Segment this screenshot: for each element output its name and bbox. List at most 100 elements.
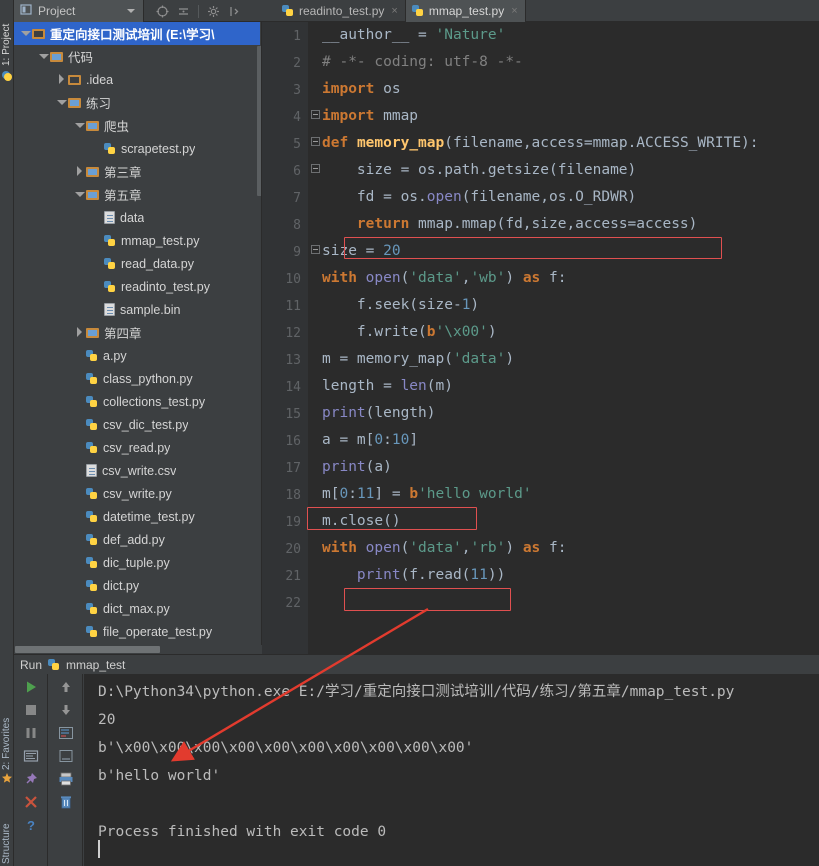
project-tool-window: 重定向接口测试培训 (E:\学习\ 代码 .idea 练习 爬虫 scrapetest.p… (14, 22, 262, 654)
tree-row[interactable]: readinto_test.py (14, 275, 260, 298)
run-configuration-label[interactable]: mmap_test (66, 658, 125, 672)
tree-row[interactable]: datetime_test.py (14, 505, 260, 528)
pause-icon[interactable] (23, 725, 39, 741)
chevron-down-icon[interactable] (56, 97, 67, 108)
tree-row[interactable]: csv_dic_test.py (14, 413, 260, 436)
code-editor[interactable]: 1 2 3 4 5 6 7 8 9 10 11 12 13 14 15 16 17 18 19 20 21 22 __au… (262, 22, 819, 654)
code-line[interactable]: print(length) (322, 400, 436, 427)
close-icon[interactable]: × (391, 5, 397, 17)
tree-row[interactable]: mmap_test.py (14, 229, 260, 252)
tool-window-button-favorites[interactable]: 2: Favorites (0, 700, 14, 770)
run-console-output[interactable]: D:\Python34\python.exe E:/学习/重定向接口测试培训/代… (84, 674, 819, 866)
tree-row[interactable]: dict_max.py (14, 597, 260, 620)
code-line[interactable]: import os (322, 76, 401, 103)
scroll-down-icon[interactable] (58, 702, 74, 718)
code-line[interactable]: f.write(b'\x00') (322, 319, 497, 346)
tree-row[interactable]: csv_write.csv (14, 459, 260, 482)
code-line[interactable]: with open('data','rb') as f: (322, 535, 567, 562)
clear-all-trash-icon[interactable] (58, 794, 74, 810)
code-line[interactable]: return mmap.mmap(fd,size,access=access) (322, 211, 697, 238)
fold-marker-icon[interactable] (311, 245, 320, 254)
tree-row[interactable]: read_data.py (14, 252, 260, 275)
scrollbar-thumb[interactable] (15, 646, 160, 653)
code-line[interactable]: length = len(m) (322, 373, 453, 400)
tool-window-button-project[interactable]: 1: Project (0, 2, 14, 66)
project-view-selector[interactable]: Project (14, 0, 144, 22)
editor-tab-readinto-test[interactable]: readinto_test.py × (276, 0, 406, 22)
settings-gear-icon[interactable] (207, 5, 220, 18)
scroll-up-icon[interactable] (58, 679, 74, 695)
tree-row[interactable]: a.py (14, 344, 260, 367)
tree-row[interactable]: 练习 (14, 91, 260, 114)
chevron-down-icon[interactable] (127, 9, 135, 13)
code-line[interactable]: # -*- coding: utf-8 -*- (322, 49, 523, 76)
tree-row[interactable]: collections_test.py (14, 390, 260, 413)
rerun-play-icon[interactable] (23, 679, 39, 695)
tree-row[interactable]: def_add.py (14, 528, 260, 551)
tree-row[interactable]: 爬虫 (14, 114, 260, 137)
tree-row[interactable]: 第三章 (14, 160, 260, 183)
code-line[interactable]: def memory_map(filename,access=mmap.ACCE… (322, 130, 759, 157)
tree-row[interactable]: dic_tuple.py (14, 551, 260, 574)
chevron-down-icon[interactable] (38, 51, 49, 62)
code-line[interactable]: print(a) (322, 454, 392, 481)
tree-row[interactable]: .idea (14, 68, 260, 91)
code-line[interactable]: with open('data','wb') as f: (322, 265, 567, 292)
tree-row[interactable]: data (14, 206, 260, 229)
tool-window-button-structure[interactable]: Structure (0, 800, 14, 864)
tree-row[interactable]: csv_read.py (14, 436, 260, 459)
editor-tab-mmap-test[interactable]: mmap_test.py × (405, 0, 526, 22)
chevron-right-icon[interactable] (56, 74, 67, 85)
code-line[interactable]: f.seek(size-1) (322, 292, 479, 319)
code-line[interactable]: m = memory_map('data') (322, 346, 514, 373)
stop-icon[interactable] (23, 702, 39, 718)
code-line[interactable]: size = os.path.getsize(filename) (322, 157, 636, 184)
collapse-all-icon[interactable] (177, 5, 190, 18)
project-tree-hscrollbar[interactable] (14, 645, 262, 654)
tree-row[interactable]: class_python.py (14, 367, 260, 390)
fold-marker-icon[interactable] (311, 164, 320, 173)
code-line[interactable]: fd = os.open(filename,os.O_RDWR) (322, 184, 636, 211)
chevron-right-icon[interactable] (74, 327, 85, 338)
tree-row[interactable]: csv_write.py (14, 482, 260, 505)
tree-row[interactable]: 第五章 (14, 183, 260, 206)
print-icon[interactable] (58, 771, 74, 787)
help-icon[interactable]: ? (23, 817, 39, 833)
pin-icon[interactable] (23, 771, 39, 787)
close-icon[interactable]: × (511, 5, 517, 17)
editor-code-area[interactable]: __author__ = 'Nature' # -*- coding: utf-8… (308, 22, 819, 654)
close-x-icon[interactable] (23, 794, 39, 810)
code-line[interactable]: print(f.read(11)) (322, 562, 505, 589)
chevron-right-icon[interactable] (74, 166, 85, 177)
code-line[interactable]: __author__ = 'Nature' (322, 22, 505, 49)
chevron-down-icon[interactable] (74, 120, 85, 131)
run-tab-label[interactable]: Run (20, 658, 42, 672)
code-line[interactable]: import mmap (322, 103, 418, 130)
tree-row[interactable]: 重定向接口测试培训 (E:\学习\ (14, 22, 260, 45)
code-line[interactable]: a = m[0:10] (322, 427, 418, 454)
expand-icon[interactable] (228, 5, 241, 18)
editor-gutter[interactable]: 1 2 3 4 5 6 7 8 9 10 11 12 13 14 15 16 17 18 19 20 21 22 (262, 22, 308, 654)
tree-row[interactable]: sample.bin (14, 298, 260, 321)
console-icon[interactable] (23, 748, 39, 764)
chevron-down-icon[interactable] (20, 28, 31, 39)
tree-row[interactable]: 代码 (14, 45, 260, 68)
tree-row[interactable]: dict.py (14, 574, 260, 597)
run-tool-window: Run mmap_test ? D:\Python34\python.exe E… (14, 654, 819, 866)
soft-wrap-icon[interactable] (58, 725, 74, 741)
tree-row[interactable]: file_operate_test.py (14, 620, 260, 643)
target-icon[interactable] (156, 5, 169, 18)
python-file-icon (104, 142, 116, 155)
code-line[interactable]: size = 20 (322, 238, 401, 265)
source-folder-icon (68, 97, 81, 108)
fold-marker-icon[interactable] (311, 137, 320, 146)
scroll-to-end-icon[interactable] (58, 748, 74, 764)
fold-marker-icon[interactable] (311, 110, 320, 119)
chevron-down-icon[interactable] (74, 189, 85, 200)
tree-row[interactable]: 第四章 (14, 321, 260, 344)
code-line[interactable]: m[0:11] = b'hello world' (322, 481, 532, 508)
tree-row[interactable]: scrapetest.py (14, 137, 260, 160)
python-console-icon[interactable] (1, 70, 13, 82)
code-line[interactable]: m.close() (322, 508, 401, 535)
